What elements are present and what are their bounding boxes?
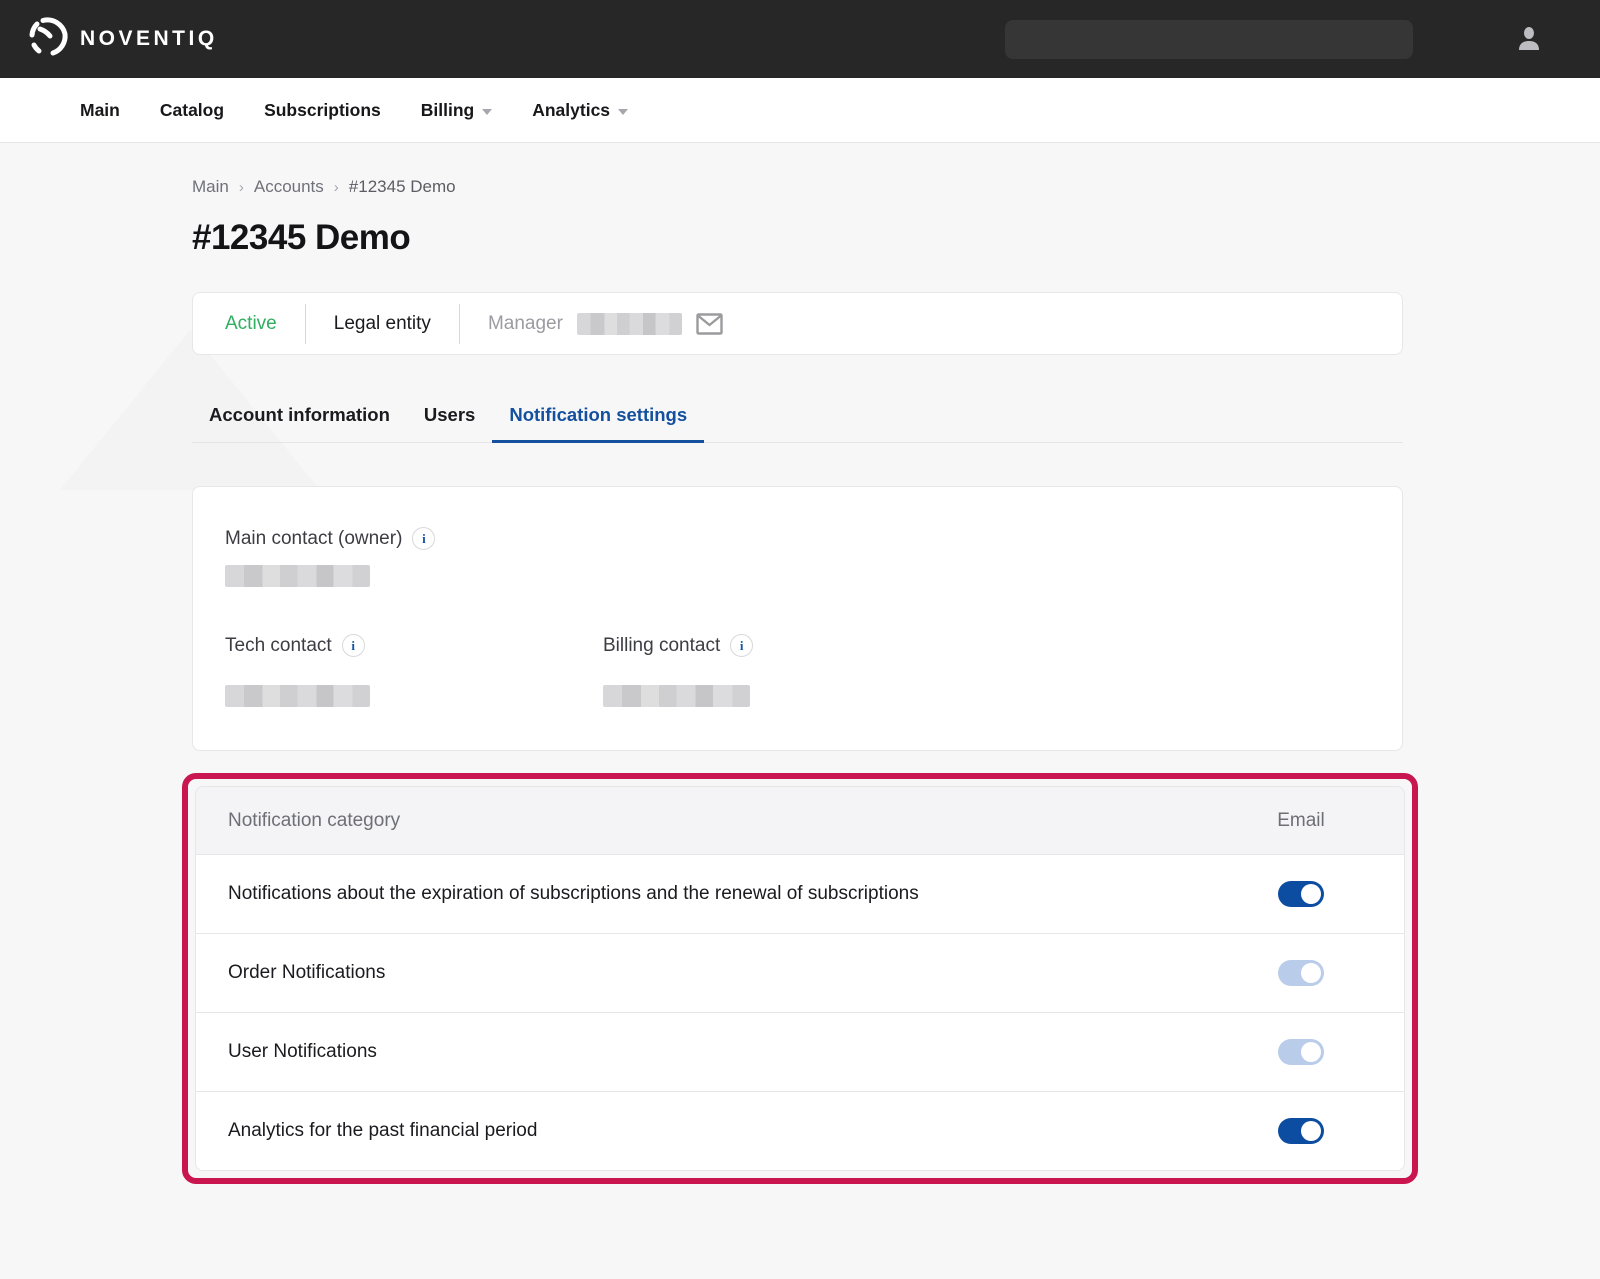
search-input[interactable] [1005,20,1413,59]
nav-label: Main [80,100,120,121]
table-row: Analytics for the past financial period [196,1091,1404,1170]
chevron-down-icon [618,109,628,115]
notification-table-header: Notification category Email [196,787,1404,854]
email-toggle[interactable] [1278,1118,1324,1144]
tech-contact-label-row: Tech contact i [225,634,603,657]
nav-label: Subscriptions [264,100,381,121]
contacts-card: Main contact (owner) i Tech contact i Bi… [192,486,1403,751]
entity-type-label: Legal entity [334,313,431,335]
nav-item-subscriptions[interactable]: Subscriptions [264,100,381,121]
account-status-card: Active Legal entity Manager [192,292,1403,355]
notification-settings-table: Notification category Email Notification… [195,786,1405,1171]
divider [305,304,306,344]
billing-contact-redacted [603,685,750,707]
breadcrumb-separator: › [239,179,244,196]
column-header-email: Email [1270,810,1332,832]
tech-contact-value [225,685,603,712]
notification-table-highlight-box: Notification category Email Notification… [182,773,1418,1184]
tech-contact-label: Tech contact [225,635,332,657]
page-content: Main › Accounts › #12345 Demo #12345 Dem… [0,177,1600,1184]
nav-label: Billing [421,100,474,121]
billing-contact-label: Billing contact [603,635,720,657]
breadcrumb-accounts[interactable]: Accounts [254,177,324,197]
main-contact-value [225,565,1370,592]
breadcrumb: Main › Accounts › #12345 Demo [192,177,1600,197]
secondary-contacts-row: Tech contact i Billing contact i [225,634,1370,712]
notification-row-label: Notifications about the expiration of su… [228,883,1270,905]
nav-item-catalog[interactable]: Catalog [160,100,224,121]
tab-account-information[interactable]: Account information [192,392,407,442]
tab-notification-settings[interactable]: Notification settings [492,392,704,442]
info-icon[interactable]: i [730,634,753,657]
main-contact-redacted [225,565,370,587]
notification-row-label: Order Notifications [228,962,1270,984]
status-badge: Active [225,313,277,335]
tech-contact-redacted [225,685,370,707]
main-contact-label: Main contact (owner) [225,528,402,550]
notification-row-label: User Notifications [228,1041,1270,1063]
manager-name-redacted [577,313,682,335]
table-row: User Notifications [196,1012,1404,1091]
nav-label: Catalog [160,100,224,121]
user-profile-icon[interactable] [1514,24,1544,54]
email-toggle[interactable] [1278,1039,1324,1065]
main-contact-label-row: Main contact (owner) i [225,527,1370,550]
billing-contact-label-row: Billing contact i [603,634,981,657]
tech-contact-block: Tech contact i [225,634,603,712]
account-tabs: Account information Users Notification s… [192,392,1403,443]
info-icon[interactable]: i [342,634,365,657]
email-toggle[interactable] [1278,881,1324,907]
info-icon[interactable]: i [412,527,435,550]
nav-item-analytics[interactable]: Analytics [532,100,628,121]
noventiq-logo-icon [26,15,70,64]
email-toggle[interactable] [1278,960,1324,986]
nav-item-main[interactable]: Main [80,100,120,121]
divider [459,304,460,344]
logo-wordmark: NOVENTIQ [80,27,218,51]
tab-users[interactable]: Users [407,392,492,442]
email-envelope-icon[interactable] [696,313,723,335]
breadcrumb-separator: › [334,179,339,196]
breadcrumb-current: #12345 Demo [349,177,456,197]
nav-label: Analytics [532,100,610,121]
billing-contact-block: Billing contact i [603,634,981,712]
table-row: Notifications about the expiration of su… [196,854,1404,933]
noventiq-logo[interactable]: NOVENTIQ [26,15,218,64]
column-header-category: Notification category [228,810,1270,832]
breadcrumb-main[interactable]: Main [192,177,229,197]
notification-row-label: Analytics for the past financial period [228,1120,1270,1142]
chevron-down-icon [482,109,492,115]
top-bar: NOVENTIQ [0,0,1600,78]
nav-item-billing[interactable]: Billing [421,100,492,121]
manager-label: Manager [488,313,563,335]
main-nav: Main Catalog Subscriptions Billing Analy… [0,78,1600,143]
billing-contact-value [603,685,981,712]
page-title: #12345 Demo [192,218,1600,258]
table-row: Order Notifications [196,933,1404,1012]
